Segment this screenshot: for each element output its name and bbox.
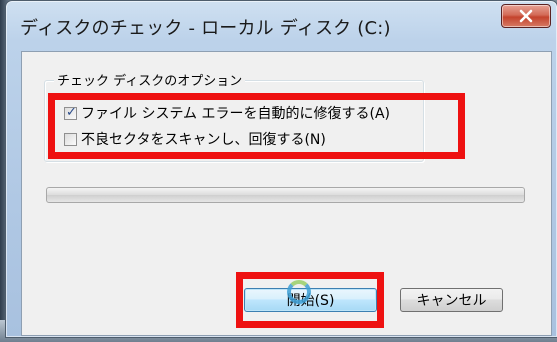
dialog-window: ディスクのチェック - ローカル ディスク (C:) チェック ディスクのオプシ… [5,0,557,338]
dialog-client-area: チェック ディスクのオプション ✓ ファイル システム エラーを自動的に修復する… [21,51,552,336]
close-icon [519,9,533,23]
progress-bar [46,187,525,203]
options-group-label: チェック ディスクのオプション [54,70,246,89]
window-title: ディスクのチェック - ローカル ディスク (C:) [20,18,391,39]
busy-cursor-icon [287,280,311,304]
options-highlight-box [48,93,465,159]
close-button[interactable] [501,4,551,28]
cancel-button[interactable]: キャンセル [400,288,503,312]
